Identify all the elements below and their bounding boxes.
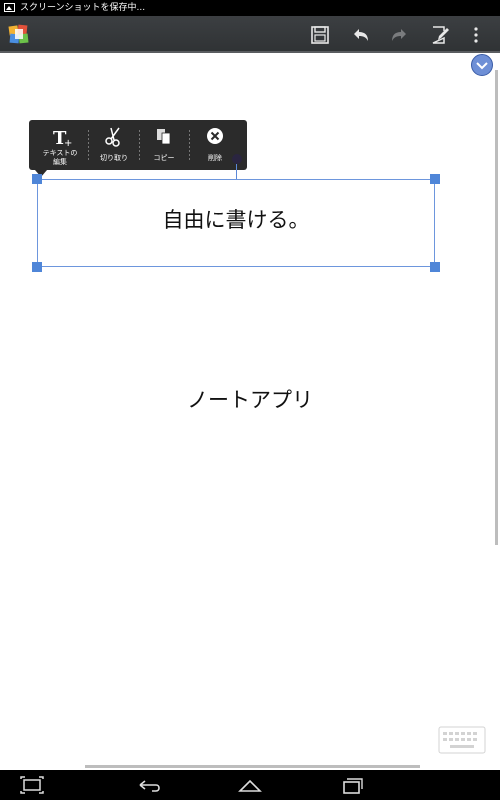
recent-apps-icon — [343, 778, 363, 794]
app-logo-icon[interactable] — [8, 23, 30, 45]
horizontal-scrollbar[interactable] — [85, 765, 420, 768]
vertical-scrollbar[interactable] — [495, 70, 498, 545]
edit-text-button[interactable]: T + テキストの 編集 — [33, 120, 87, 170]
home-button[interactable] — [236, 774, 264, 796]
rotate-handle[interactable] — [232, 154, 242, 164]
delete-icon — [207, 128, 223, 144]
scroll-down-button[interactable] — [471, 54, 493, 76]
edit-text-label-2: 編集 — [53, 158, 67, 166]
back-button[interactable] — [136, 774, 164, 796]
keyboard-toggle-button[interactable] — [438, 726, 486, 754]
edit-page-icon — [432, 26, 449, 44]
keyboard-icon — [438, 726, 486, 754]
cut-button[interactable]: 切り取り — [89, 120, 139, 170]
undo-icon — [354, 29, 368, 41]
resize-handle-bottom-right[interactable] — [430, 262, 440, 272]
copy-icon — [157, 129, 171, 145]
redo-icon — [392, 29, 406, 41]
copy-label: コピー — [153, 154, 175, 162]
system-nav-bar — [0, 770, 500, 800]
home-icon — [238, 779, 262, 792]
cut-label: 切り取り — [100, 154, 128, 162]
screenshot-button[interactable] — [18, 774, 46, 796]
svg-text:+: + — [64, 138, 72, 149]
action-bar — [0, 16, 500, 53]
action-bar-divider — [0, 51, 500, 53]
screenshot-icon — [20, 776, 44, 794]
chevron-down-icon — [476, 62, 488, 70]
redo-button[interactable] — [387, 22, 413, 48]
back-icon — [139, 780, 160, 792]
note-text[interactable]: ノートアプリ — [0, 384, 500, 414]
image-icon — [4, 3, 15, 12]
resize-handle-top-left[interactable] — [32, 174, 42, 184]
recent-apps-button[interactable] — [338, 774, 366, 796]
edit-text-label-1: テキストの — [42, 149, 78, 157]
rotate-handle-line — [236, 164, 237, 180]
undo-button[interactable] — [347, 22, 373, 48]
selected-text-box[interactable]: 自由に書ける。 — [37, 179, 435, 267]
text-edit-icon: T + — [53, 128, 72, 149]
selected-text: 自由に書ける。 — [162, 208, 310, 232]
selection-popup-toolbar: T + テキストの 編集 切り取り コピー 削除 — [29, 120, 247, 177]
copy-button[interactable]: コピー — [140, 120, 188, 170]
overflow-menu-button[interactable] — [469, 22, 483, 48]
resize-handle-bottom-left[interactable] — [32, 262, 42, 272]
scissors-icon — [105, 127, 120, 147]
save-button[interactable] — [307, 22, 333, 48]
save-icon — [311, 26, 329, 44]
edit-page-button[interactable] — [427, 22, 453, 48]
status-text: スクリーンショットを保存中... — [20, 3, 146, 13]
status-bar: スクリーンショットを保存中... — [0, 0, 500, 16]
resize-handle-top-right[interactable] — [430, 174, 440, 184]
overflow-menu-icon — [474, 27, 478, 43]
